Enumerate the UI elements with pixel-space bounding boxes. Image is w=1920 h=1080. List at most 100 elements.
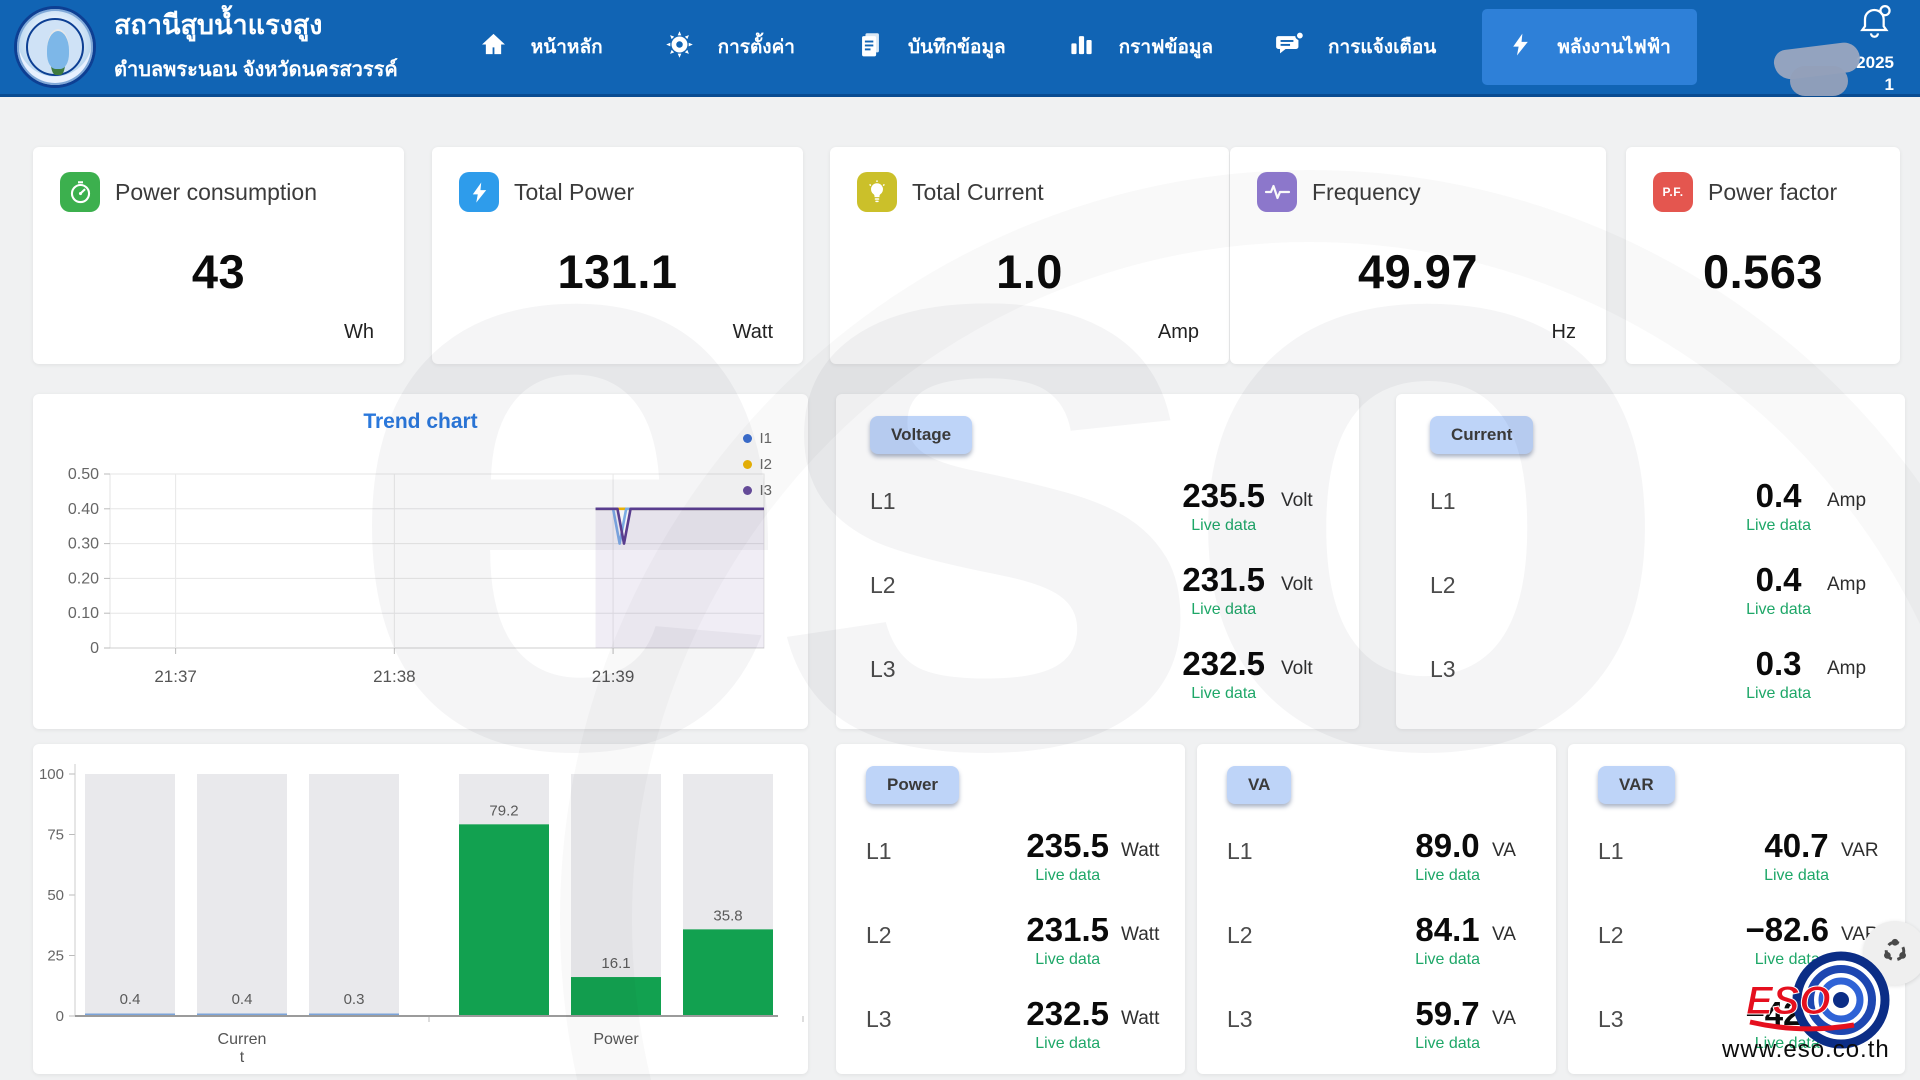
phase-value: 232.5 — [1026, 996, 1109, 1032]
unit-label: VA — [1492, 912, 1546, 946]
svg-text:75: 75 — [47, 827, 64, 844]
phase-label: L1 — [866, 828, 930, 865]
nav-item-label: กราฟข้อมูล — [1119, 32, 1213, 62]
trend-chart-card: Trend chart I1I2I3 00.100.200.300.400.50… — [33, 394, 808, 729]
power-panel: Power L1 235.5Live data Watt L2 231.5Liv… — [836, 744, 1185, 1074]
phase-value: 0.4 — [1756, 478, 1802, 514]
phase-label: L2 — [866, 912, 930, 949]
trend-line-chart: 00.100.200.300.400.5021:3721:3821:39 — [45, 438, 785, 723]
unit-label: VAR — [1841, 828, 1895, 862]
phase-value: 59.7 — [1415, 996, 1479, 1032]
bottom-row: 02550751000.40.40.3Current79.216.135.8Po… — [33, 744, 1905, 1074]
va-panel: VA L1 89.0Live data VA L2 84.1Live data … — [1197, 744, 1556, 1074]
card-power-factor: P.F. Power factor 0.563 — [1626, 147, 1900, 364]
live-data-label: Live data — [1746, 601, 1811, 619]
card-total-power: Total Power 131.1 Watt — [432, 147, 803, 364]
power-row-l2: L2 231.5Live data Watt — [866, 912, 1175, 996]
power-badge[interactable]: Power — [866, 766, 959, 804]
card-power-consumption: Power consumption 43 Wh — [33, 147, 404, 364]
phase-label: L3 — [866, 996, 930, 1033]
phase-value: 231.5 — [1182, 562, 1265, 598]
middle-row: Trend chart I1I2I3 00.100.200.300.400.50… — [33, 394, 1905, 729]
gauge-icon — [60, 172, 100, 212]
var-row-l1: L1 40.7 Live data VAR — [1598, 828, 1895, 912]
chat-icon — [1275, 31, 1304, 63]
nav-item-energy[interactable]: พลังงานไฟฟ้า — [1482, 9, 1697, 85]
current-row-l1: L1 0.4Live data Amp — [1430, 478, 1889, 562]
voltage-badge[interactable]: Voltage — [870, 416, 972, 454]
svg-text:0: 0 — [56, 1008, 64, 1025]
nav-item-label: หน้าหลัก — [531, 32, 603, 62]
datetime: 2025 1 — [1784, 52, 1894, 96]
svg-text:0: 0 — [90, 640, 99, 657]
phase-value: 235.5 — [1026, 828, 1109, 864]
phase-value: 232.5 — [1182, 646, 1265, 682]
phase-label: L3 — [1430, 646, 1494, 683]
dashboard-page: { "colors": { "navbar": "#1164b4", "nav_… — [0, 0, 1920, 1080]
stat-cards-row: Power consumption 43 Wh Total Power 131.… — [33, 147, 1905, 364]
unit-label: VA — [1492, 828, 1546, 862]
unit-label: Volt — [1281, 478, 1343, 512]
var-badge[interactable]: VAR — [1598, 766, 1675, 804]
svg-text:25: 25 — [47, 948, 64, 965]
phase-value: 235.5 — [1182, 478, 1265, 514]
svg-text:21:39: 21:39 — [592, 667, 635, 686]
bar-chart-icon — [1068, 31, 1095, 63]
voltage-row-l1: L1 235.5 Live data Volt — [870, 478, 1343, 562]
svg-text:0.3: 0.3 — [344, 991, 365, 1008]
nav-right: 2025 1 — [1784, 0, 1894, 96]
eso-url: www.eso.co.th — [1722, 1036, 1890, 1064]
current-badge[interactable]: Current — [1430, 416, 1533, 454]
nav-item-label: การแจ้งเตือน — [1328, 32, 1436, 62]
svg-text:0.20: 0.20 — [68, 570, 99, 587]
unit-label: Amp — [1827, 478, 1889, 512]
live-data-label: Live data — [1764, 867, 1829, 885]
unit-label: Volt — [1281, 562, 1343, 596]
phase-label: L2 — [870, 562, 934, 599]
nav-item-graphs[interactable]: กราฟข้อมูล — [1052, 17, 1229, 77]
card-frequency: Frequency 49.97 Hz — [1230, 147, 1606, 364]
card-value: 43 — [33, 244, 404, 299]
page-subtitle: ตำบลพระนอน จังหวัดนครสวรรค์ — [114, 53, 398, 85]
card-value: 131.1 — [432, 244, 803, 299]
nav-item-records[interactable]: บันทึกข้อมูล — [841, 17, 1022, 77]
current-row-l3: L3 0.3 Live data Amp — [1430, 646, 1889, 730]
main-content: Power consumption 43 Wh Total Power 131.… — [0, 97, 1920, 1074]
pulse-icon — [1257, 172, 1297, 212]
nav-item-label: พลังงานไฟฟ้า — [1557, 32, 1671, 62]
phase-label: L3 — [1227, 996, 1291, 1033]
va-row-l1: L1 89.0Live data VA — [1227, 828, 1546, 912]
svg-text:35.8: 35.8 — [713, 907, 742, 924]
document-icon — [857, 31, 884, 63]
phase-value: 40.7 — [1764, 828, 1828, 864]
live-data-label: Live data — [1415, 951, 1480, 969]
voltage-row-l3: L3 232.5Live data Volt — [870, 646, 1343, 730]
nav-item-home[interactable]: หน้าหลัก — [464, 17, 619, 77]
va-row-l2: L2 84.1Live data VA — [1227, 912, 1546, 996]
card-total-current: Total Current 1.0 Amp — [830, 147, 1229, 364]
trend-chart-title: Trend chart — [33, 394, 808, 434]
unit-label: Amp — [1827, 646, 1889, 680]
nav-item-settings[interactable]: การตั้งค่า — [649, 16, 811, 78]
va-badge[interactable]: VA — [1227, 766, 1291, 804]
card-unit: Hz — [1552, 321, 1576, 344]
phase-label: L1 — [1598, 828, 1662, 865]
live-data-label: Live data — [1191, 517, 1256, 535]
live-data-label: Live data — [1035, 1035, 1100, 1053]
live-data-label: Live data — [1746, 685, 1811, 703]
voltage-panel: Voltage L1 235.5Live data Volt L2 231.5L… — [836, 394, 1359, 729]
phase-label: L1 — [870, 478, 934, 515]
live-data-label: Live data — [1191, 685, 1256, 703]
eso-logo-text: ESO — [1746, 979, 1830, 1023]
live-data-label: Live data — [1035, 951, 1100, 969]
nav-item-alerts[interactable]: การแจ้งเตือน — [1259, 17, 1452, 77]
bell-icon[interactable] — [1856, 2, 1894, 47]
phase-value: 0.3 — [1756, 646, 1802, 682]
svg-text:0.40: 0.40 — [68, 501, 99, 518]
power-row-l1: L1 235.5Live data Watt — [866, 828, 1175, 912]
svg-text:21:37: 21:37 — [154, 667, 197, 686]
live-data-label: Live data — [1415, 1035, 1480, 1053]
card-value: 49.97 — [1230, 244, 1606, 299]
home-icon — [480, 31, 507, 63]
nav-menu: หน้าหลัก การตั้งค่า บันทึกข้อมูล กราฟข้อ… — [464, 0, 1697, 94]
